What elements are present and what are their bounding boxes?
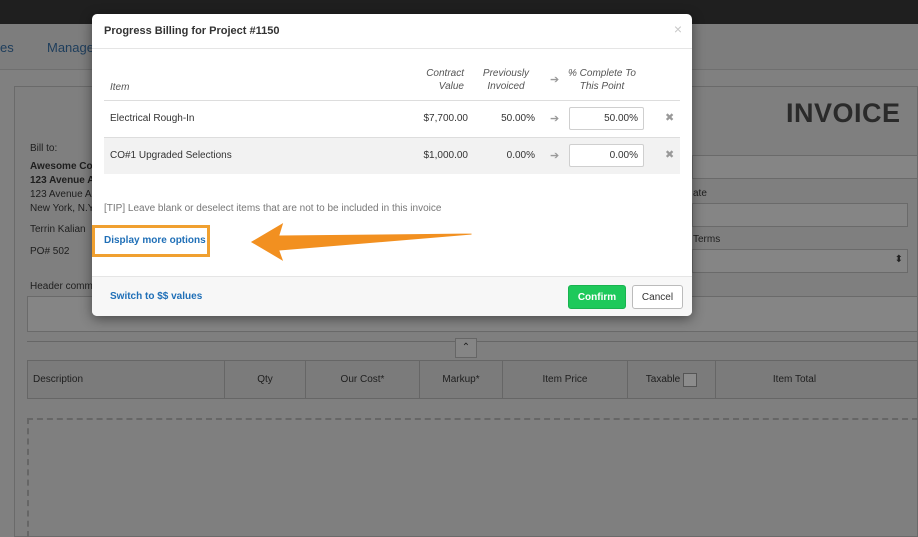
header-contract-value: Contract Value [404,67,464,93]
remove-x-icon[interactable]: ✖ [665,148,674,161]
items-table-header: Description Qty Our Cost* Markup* Item P… [27,360,918,399]
row-item-name: CO#1 Upgraded Selections [110,150,232,161]
header-comment-label: Header comm [30,281,93,292]
remove-x-icon[interactable]: ✖ [665,111,674,124]
modal-footer: Switch to $$ values Confirm Cancel [92,276,692,316]
arrow-right-icon: ➔ [550,74,560,86]
orange-callout-arrow-icon [250,222,473,264]
header-item: Item [110,82,130,93]
terms-select[interactable]: ⬍ [692,249,908,273]
bill-to-label: Bill to: [30,143,58,154]
column-qty: Qty [225,361,306,398]
row-contract-value: $1,000.00 [423,150,469,161]
date-field[interactable] [692,203,908,227]
row-contract-value: $7,700.00 [423,113,469,124]
row-previously-invoiced: 50.00% [501,113,535,124]
column-our-cost: Our Cost* [306,361,420,398]
percent-complete-input[interactable] [569,107,644,130]
bill-to-line: 123 Avenue A [30,175,95,186]
collapse-toggle-icon[interactable]: ⌃ [455,338,477,358]
row-item-name: Electrical Rough-In [110,113,195,124]
column-item-total: Item Total [772,374,817,385]
table-row: Electrical Rough-In $7,700.00 50.00% ➔ ✖ [104,100,680,137]
taxable-checkbox[interactable] [683,372,698,387]
header-contract-line: Contract [426,68,464,79]
header-percent-complete: % Complete To This Point [562,67,642,93]
confirm-button[interactable]: Confirm [568,285,626,309]
cancel-button[interactable]: Cancel [632,285,683,309]
header-contract-line: Value [438,81,464,92]
drop-zone [27,418,918,537]
close-icon[interactable]: × [674,21,682,37]
bill-to-line: Awesome Co [30,161,93,172]
header-previously-invoiced: Previously Invoiced [476,67,536,93]
display-more-options-link[interactable]: Display more options [104,235,206,246]
nav-item-manage[interactable]: Manage [47,40,94,55]
bill-to-line: New York, N.Y [30,203,95,214]
header-previously-line: Invoiced [487,81,525,92]
modal-header: Progress Billing for Project #1150 × [92,14,692,49]
header-percent-line: % Complete To [568,68,636,79]
modal-title: Progress Billing for Project #1150 [104,25,280,37]
invoice-title: INVOICE [786,98,901,128]
arrow-right-icon: ➔ [550,150,560,162]
nav-item-first[interactable]: es [0,40,14,55]
terms-label: Terms [693,234,721,245]
background-field[interactable] [692,155,918,179]
column-markup: Markup* [420,361,503,398]
row-previously-invoiced: 0.00% [506,150,535,161]
select-arrows-icon: ⬍ [894,254,903,265]
header-percent-line: This Point [579,81,625,92]
po-number: PO# 502 [30,246,70,257]
column-description: Description [28,361,225,398]
bill-to-line: 123 Avenue A [30,189,92,200]
date-label: ate [693,188,707,199]
percent-complete-input[interactable] [569,144,644,167]
progress-billing-modal: Progress Billing for Project #1150 × Ite… [92,14,692,316]
switch-to-dollar-values-link[interactable]: Switch to $$ values [110,291,202,302]
table-row: CO#1 Upgraded Selections $1,000.00 0.00%… [104,137,680,174]
column-taxable-label: Taxable [645,374,681,385]
tip-text: [TIP] Leave blank or deselect items that… [104,203,442,214]
header-previously-line: Previously [482,68,530,79]
arrow-right-icon: ➔ [550,113,560,125]
column-taxable: Taxable [628,361,716,398]
column-item-price: Item Price [503,361,628,398]
contact-name: Terrin Kalian [30,224,86,235]
